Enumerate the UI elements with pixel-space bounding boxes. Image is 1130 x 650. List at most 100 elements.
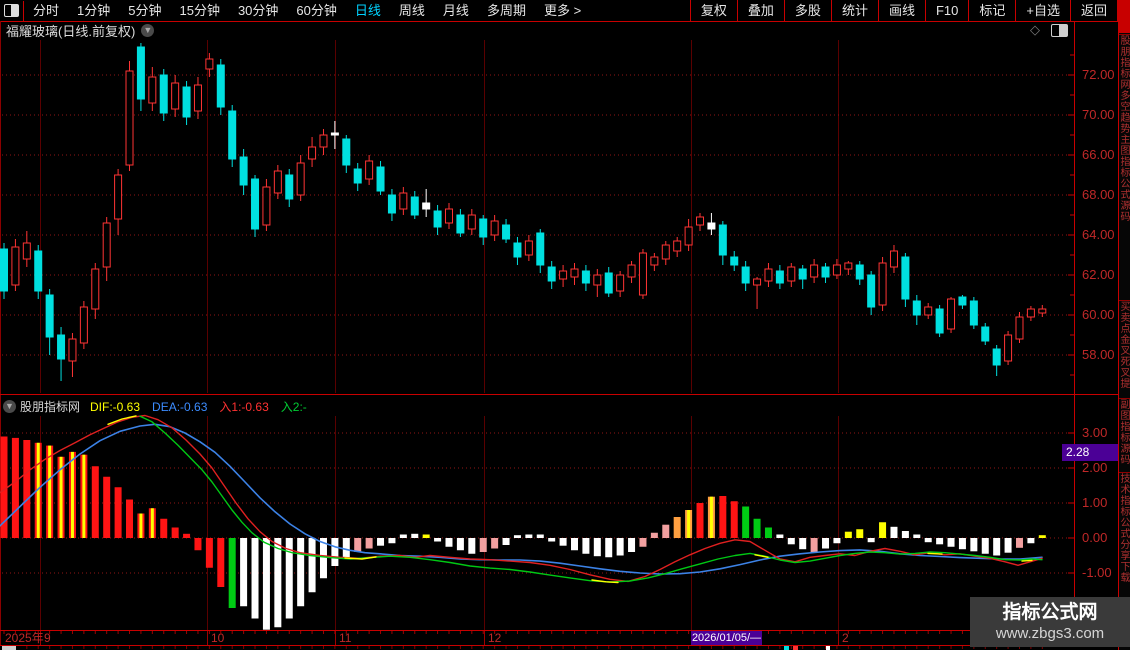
candle-body <box>707 222 716 230</box>
candle-body-up <box>878 262 887 306</box>
candle-body-up <box>559 270 568 280</box>
macd-bar <box>1038 535 1046 538</box>
candle-body-up <box>1015 316 1024 340</box>
macd-bar <box>582 538 590 554</box>
indicator-axis-label: 1.00 <box>1082 495 1107 510</box>
macd-bar <box>901 531 909 538</box>
macd-bar <box>810 538 818 553</box>
price-axis-label: 64.00 <box>1082 227 1115 242</box>
candle-body-up <box>889 250 898 268</box>
candle-body-up <box>764 268 773 282</box>
candle-body <box>798 268 807 280</box>
watermark: 指标公式网 www.zbgs3.com <box>970 597 1130 647</box>
candle-body <box>901 256 910 300</box>
macd-bar <box>468 538 476 554</box>
macd-bar <box>719 496 727 538</box>
candle-body <box>536 232 545 266</box>
candle-body-up <box>79 306 88 344</box>
candle-body <box>935 308 944 334</box>
macd-bar <box>262 538 270 630</box>
macd-bar <box>11 437 19 538</box>
macd-bar <box>742 506 750 538</box>
candle-body <box>45 294 54 338</box>
candle-body-up <box>262 186 271 226</box>
candle-body <box>981 326 990 342</box>
macd-bar <box>628 538 636 552</box>
chart-canvas[interactable]: 72.00 70.00 68.00 66.00 64.00 62.00 60.00 58.00… <box>0 0 1130 650</box>
candle-body <box>912 300 921 316</box>
candle-body-up <box>673 240 682 252</box>
candle-body-up <box>11 246 20 286</box>
cutoff-text-fragment <box>2 646 16 650</box>
candle-body-up <box>125 70 134 166</box>
candle-body <box>57 334 66 360</box>
macd-bar <box>91 466 99 538</box>
candle-body <box>581 270 590 284</box>
macd-bar <box>856 529 864 538</box>
candle-body-up <box>947 298 956 330</box>
macd-bar <box>342 538 350 558</box>
macd-bar <box>491 538 499 549</box>
candle-body <box>718 224 727 256</box>
indicator-axis-label: 0.00 <box>1082 530 1107 545</box>
macd-bar <box>639 538 647 547</box>
macd-bar <box>536 534 544 538</box>
indicator-field: 入1:-0.63 <box>219 399 269 414</box>
candle-body-up <box>524 240 533 256</box>
macd-bar <box>879 522 887 538</box>
candle-body-up <box>91 268 100 310</box>
candle-body <box>969 300 978 326</box>
indicator-header: ▼ 股朋指标网 DIF:-0.63 DEA:-0.63 入1:-0.63 入2:- <box>0 397 1070 415</box>
candle-body-up <box>148 76 157 104</box>
candle-body <box>353 168 362 184</box>
macd-bar <box>730 501 738 538</box>
candle-body <box>34 250 43 292</box>
strip-vertical-text: 股朋指标网多空趋势主图指标公式源码 <box>1119 34 1130 297</box>
cutoff-marker-white <box>826 646 830 650</box>
candle-body <box>0 248 8 292</box>
macd-bar <box>194 538 202 551</box>
price-axis-label: 70.00 <box>1082 107 1115 122</box>
macd-bar <box>422 534 430 538</box>
candle-body-up <box>753 278 762 286</box>
macd-bar <box>479 538 487 552</box>
indicator-field: 入2:- <box>280 399 307 414</box>
candle-body-up <box>296 162 305 196</box>
macd-bar <box>844 531 852 538</box>
macd-bar <box>103 476 111 538</box>
macd-bar <box>331 538 339 566</box>
dea-line <box>0 423 1043 575</box>
candle-body <box>741 266 750 284</box>
macd-bar <box>787 538 795 545</box>
macd-bar <box>297 538 305 607</box>
strip-top-red-block <box>1119 0 1130 33</box>
candle-body <box>228 110 237 160</box>
macd-bar <box>822 538 830 549</box>
price-axis-label: 58.00 <box>1082 347 1115 362</box>
macd-bar <box>924 538 932 543</box>
indicator-value-badge: 2.28 <box>1062 444 1122 461</box>
candle-body-up <box>365 160 374 180</box>
candle-body-up <box>924 306 933 316</box>
indicator-axis-label: 3.00 <box>1082 425 1107 440</box>
candle-body <box>239 156 248 186</box>
candle-body-up <box>490 220 499 236</box>
macd-bar <box>867 538 875 543</box>
macd-bar <box>890 526 898 538</box>
dif-line-segment <box>1021 559 1033 562</box>
macd-bar <box>559 538 567 546</box>
candle-body-up <box>844 262 853 270</box>
macd-bar <box>958 538 966 550</box>
candle-body-up <box>638 252 647 296</box>
candle-body-up <box>114 174 123 220</box>
indicator-collapse-icon[interactable]: ▼ <box>3 399 16 413</box>
macd-bar <box>228 538 236 608</box>
candle-body-up <box>399 192 408 210</box>
right-sidebar-strip[interactable]: 股朋指标网多空趋势主图指标公式源码买卖点金叉死叉提示副图指标源码技术指标公式分享… <box>1118 0 1130 650</box>
macd-bar <box>399 534 407 538</box>
macd-bar <box>662 524 670 538</box>
candle-body <box>387 194 396 214</box>
candle-body <box>730 256 739 266</box>
candle-body-up <box>22 242 31 260</box>
date-axis-label: 10 <box>211 631 225 645</box>
